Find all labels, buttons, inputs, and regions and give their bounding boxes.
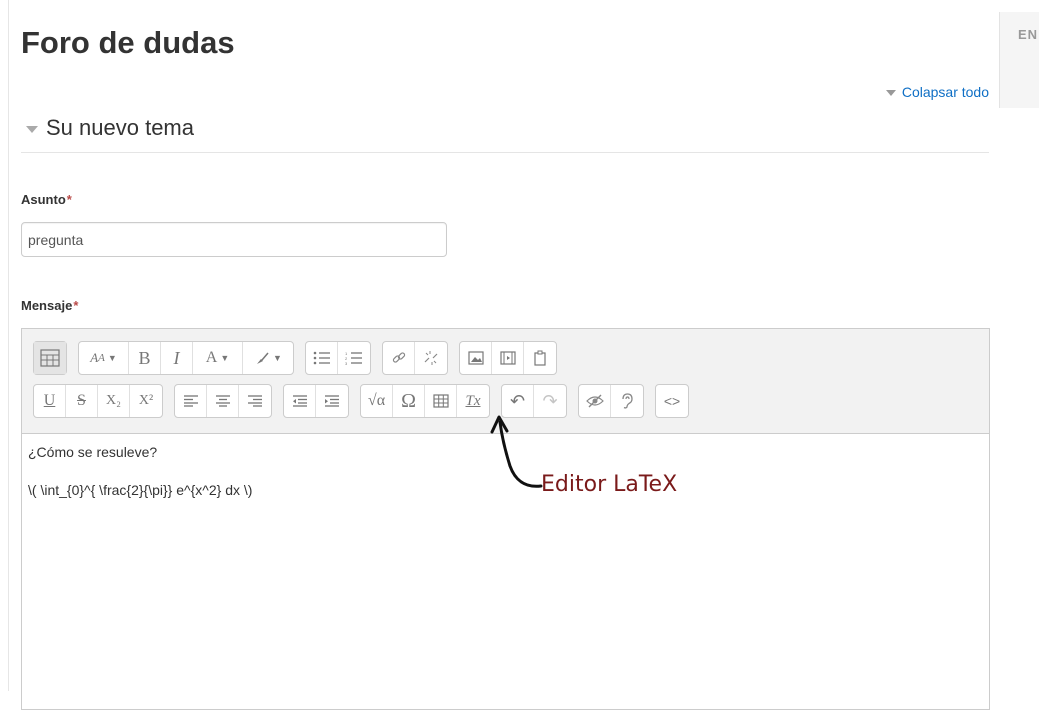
image-button[interactable] xyxy=(460,342,492,374)
redo-icon: ↷ xyxy=(542,390,558,411)
align-center-icon xyxy=(215,395,230,407)
underline-button[interactable]: U xyxy=(34,385,66,417)
annotation-label: Editor LaTeX xyxy=(541,472,678,497)
strikethrough-button[interactable]: S xyxy=(66,385,98,417)
collapse-all-link[interactable]: Colapsar todo xyxy=(885,84,989,100)
editor-content-area[interactable]: ¿Cómo se resuleve? \( \int_{0}^{ \frac{2… xyxy=(22,434,989,714)
bullet-list-icon xyxy=(313,351,330,365)
unordered-list-button[interactable] xyxy=(306,342,338,374)
editor-toolbar: A A ▼ B I A ▼ ▼ 123 U S X₂ X² √α Ω Tx ↶ … xyxy=(22,329,989,434)
equation-button[interactable]: √α xyxy=(361,385,393,417)
page-title: Foro de dudas xyxy=(21,25,235,60)
table-button[interactable] xyxy=(425,385,457,417)
undo-icon: ↶ xyxy=(509,390,526,411)
svg-text:3: 3 xyxy=(345,361,348,365)
indent-button[interactable] xyxy=(316,385,348,417)
toolbar-toggle-icon xyxy=(40,349,60,367)
clear-formatting-button[interactable]: Tx xyxy=(457,385,489,417)
collapse-triangle-icon xyxy=(885,90,896,97)
editor-paragraph-question: ¿Cómo se resuleve? xyxy=(28,444,158,460)
eye-slash-icon xyxy=(585,394,604,408)
toolbar-row-2: U S X₂ X² √α Ω Tx ↶ ↷ <> xyxy=(33,384,700,418)
toolbar-group-format: U S X₂ X² xyxy=(33,384,163,418)
toolbar-group-style: A A ▼ B I A ▼ ▼ xyxy=(78,341,294,375)
image-icon xyxy=(467,351,484,365)
paint-brush-icon xyxy=(257,352,269,364)
font-size-icon: A xyxy=(90,350,99,365)
toolbar-group-insert: √α Ω Tx xyxy=(360,384,490,418)
bold-button[interactable]: B xyxy=(129,342,161,374)
indent-icon xyxy=(325,395,339,407)
align-right-button[interactable] xyxy=(239,385,271,417)
subject-input[interactable] xyxy=(21,222,447,257)
undo-button[interactable]: ↶ xyxy=(502,385,534,417)
media-icon xyxy=(499,351,516,365)
link-icon xyxy=(392,352,405,363)
superscript-button[interactable]: X² xyxy=(130,385,162,417)
clear-format-icon: Tx xyxy=(465,392,481,409)
chevron-down-icon: ▼ xyxy=(107,353,117,363)
subject-label-text: Asunto xyxy=(21,192,66,207)
text-color-icon: A xyxy=(205,349,218,366)
toolbar-group-html: <> xyxy=(655,384,689,418)
chevron-down-icon: ▼ xyxy=(220,353,230,363)
omega-icon: Ω xyxy=(401,389,416,412)
screenreader-helper-button[interactable] xyxy=(611,385,643,417)
accessibility-checker-button[interactable] xyxy=(579,385,611,417)
table-icon xyxy=(432,394,449,408)
align-center-button[interactable] xyxy=(207,385,239,417)
text-color-button[interactable]: A ▼ xyxy=(193,342,243,374)
toolbar-group-toggle xyxy=(33,341,67,375)
message-editor: A A ▼ B I A ▼ ▼ 123 U S X₂ X² √α Ω Tx ↶ … xyxy=(21,328,990,710)
toolbar-group-history: ↶ ↷ xyxy=(501,384,567,418)
manage-files-button[interactable] xyxy=(524,342,556,374)
toolbar-group-indent xyxy=(283,384,349,418)
toolbar-group-lists: 123 xyxy=(305,341,371,375)
numbered-list-icon: 123 xyxy=(345,351,362,365)
toolbar-group-accessibility xyxy=(578,384,644,418)
toolbar-group-align xyxy=(174,384,272,418)
section-triangle-icon xyxy=(26,125,38,133)
outdent-icon xyxy=(292,395,307,407)
toolbar-group-links xyxy=(382,341,448,375)
toolbar-toggle-button[interactable] xyxy=(34,342,66,374)
message-label-text: Mensaje xyxy=(21,298,73,313)
collapse-all-label: Colapsar todo xyxy=(901,84,989,100)
background-color-button[interactable]: ▼ xyxy=(243,342,293,374)
outdent-button[interactable] xyxy=(284,385,316,417)
editor-paragraph-latex: \( \int_{0}^{ \frac{2}{\pi}} e^{x^2} dx … xyxy=(28,482,253,498)
section-divider xyxy=(21,152,989,153)
message-required-icon: * xyxy=(73,298,79,313)
toolbar-row-1: A A ▼ B I A ▼ ▼ 123 xyxy=(33,341,568,375)
code-icon: <> xyxy=(663,393,681,409)
sqrt-icon: √α xyxy=(367,392,386,409)
ear-icon xyxy=(622,393,633,409)
subject-required-icon: * xyxy=(66,192,72,207)
side-block: EN xyxy=(999,12,1039,108)
font-size-button[interactable]: A A ▼ xyxy=(79,342,129,374)
align-right-icon xyxy=(248,395,262,407)
toolbar-group-media xyxy=(459,341,557,375)
unlink-icon xyxy=(424,351,438,365)
subscript-button[interactable]: X₂ xyxy=(98,385,130,417)
files-icon xyxy=(534,350,546,366)
message-label: Mensaje* xyxy=(21,298,78,313)
align-left-icon xyxy=(183,395,198,407)
link-button[interactable] xyxy=(383,342,415,374)
redo-button[interactable]: ↷ xyxy=(534,385,566,417)
italic-button[interactable]: I xyxy=(161,342,193,374)
side-block-title: EN xyxy=(1018,27,1039,42)
section-legend-label: Su nuevo tema xyxy=(46,115,194,140)
align-left-button[interactable] xyxy=(175,385,207,417)
ordered-list-button[interactable]: 123 xyxy=(338,342,370,374)
subject-label: Asunto* xyxy=(21,192,72,207)
html-button[interactable]: <> xyxy=(656,385,688,417)
page-left-border xyxy=(8,0,9,691)
section-legend-toggle[interactable]: Su nuevo tema xyxy=(26,115,194,141)
chevron-down-icon: ▼ xyxy=(273,353,282,363)
unlink-button[interactable] xyxy=(415,342,447,374)
media-button[interactable] xyxy=(492,342,524,374)
special-characters-button[interactable]: Ω xyxy=(393,385,425,417)
